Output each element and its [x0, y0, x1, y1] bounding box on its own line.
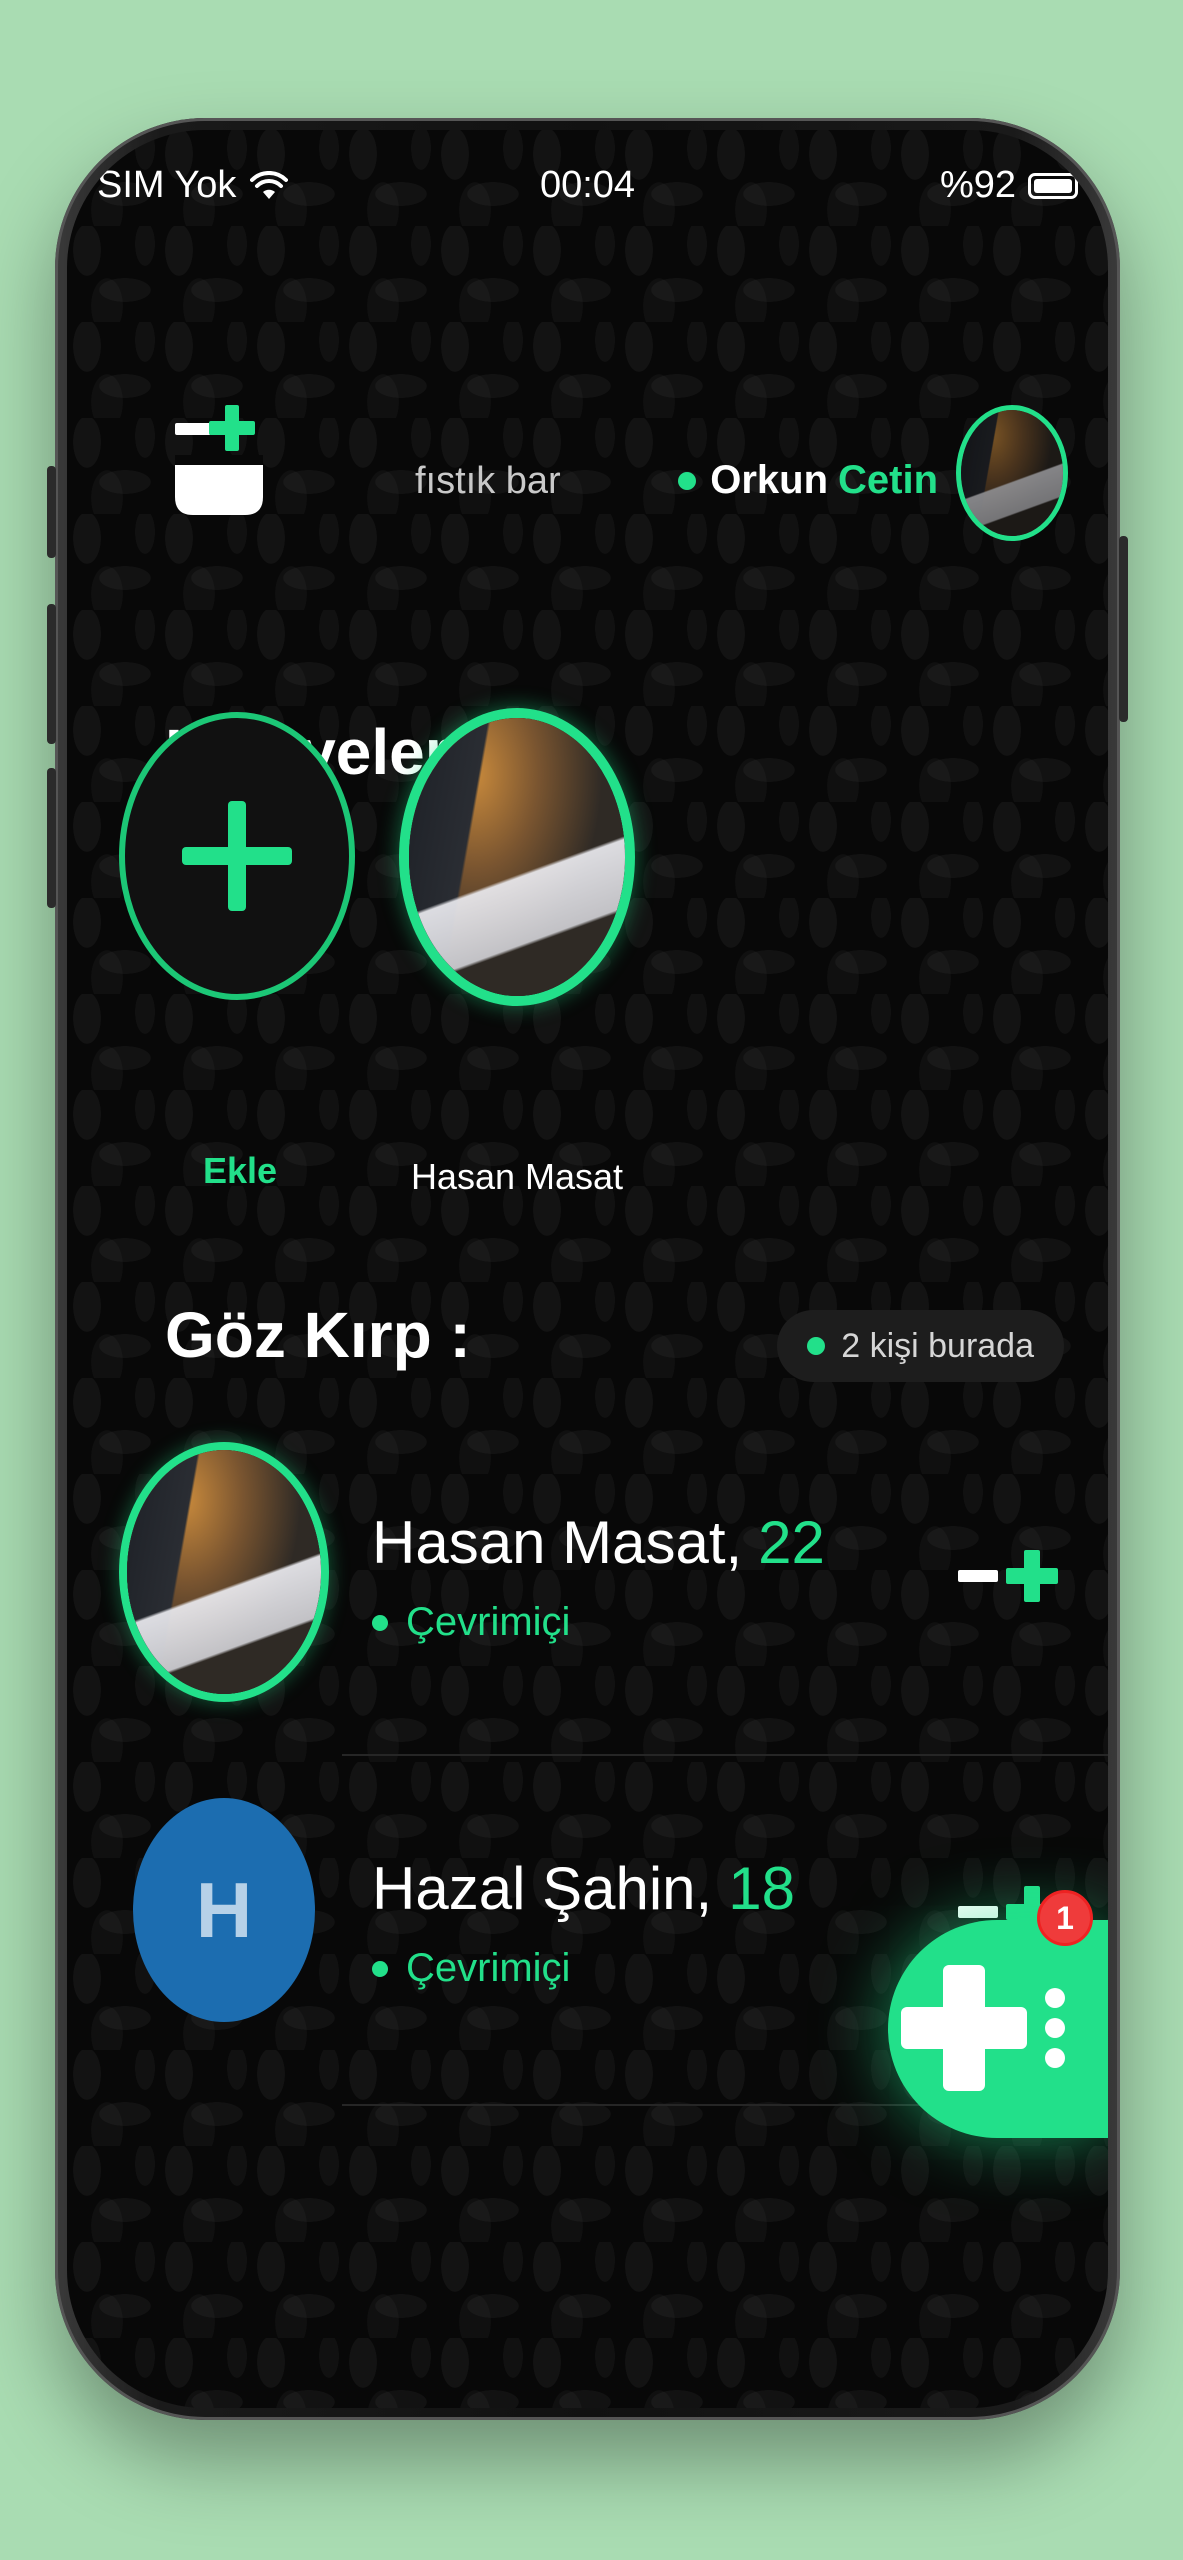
dpad-icon-bar: [901, 2007, 1027, 2049]
online-dot-icon: [372, 1960, 388, 1977]
current-user[interactable]: Orkun Cetin: [678, 458, 938, 503]
game-fab-button[interactable]: [888, 1920, 1108, 2138]
user-photo: [127, 1450, 321, 1694]
user-age: 18: [728, 1855, 795, 1922]
user-row[interactable]: Hasan Masat, 22 Çevrimiçi: [67, 1442, 1108, 1742]
add-story-button[interactable]: [119, 712, 355, 1000]
story-photo: [409, 718, 625, 996]
add-story-label: Ekle: [202, 1150, 278, 1191]
power-button: [1119, 536, 1128, 722]
user-first-name: Orkun: [710, 458, 828, 502]
phone-frame: SIM Yok 00:04 %92 fıstık bar Orkun Cetin…: [47, 118, 1128, 2420]
battery-info: %92: [940, 164, 1078, 207]
user-status-label: Çevrimiçi: [406, 1600, 571, 1644]
buttons-icon: [1045, 1988, 1065, 2068]
user-status: Çevrimiçi: [372, 1600, 570, 1645]
notification-badge: 1: [1037, 1890, 1093, 1946]
user-age: 22: [758, 1509, 825, 1576]
presence-count: 2 kişi burada: [841, 1326, 1034, 1365]
online-dot-icon: [807, 1337, 826, 1355]
user-status: Çevrimiçi: [372, 1946, 570, 1991]
user-initial: H: [195, 1865, 253, 1954]
online-dot-icon: [372, 1614, 388, 1631]
wink-button-icon[interactable]: [958, 1546, 1068, 1606]
volume-up-button: [47, 604, 56, 744]
story-user-name: Hasan Masat: [410, 1156, 624, 1197]
plus-icon-bar: [182, 847, 292, 865]
app-name: fıstık bar: [415, 460, 561, 502]
story-item[interactable]: [399, 708, 635, 1006]
profile-avatar[interactable]: [956, 405, 1068, 541]
presence-badge: 2 kişi burada: [777, 1310, 1064, 1382]
nearby-title: Göz Kırp :: [165, 1299, 471, 1371]
user-name-age: Hazal Şahin, 18: [372, 1854, 795, 1923]
online-dot-icon: [678, 471, 697, 490]
profile-photo: [961, 410, 1063, 536]
app-screen: SIM Yok 00:04 %92 fıstık bar Orkun Cetin…: [67, 130, 1108, 2408]
battery-icon: [1028, 172, 1078, 199]
user-status-label: Çevrimiçi: [406, 1946, 571, 1990]
app-logo-icon: [175, 405, 263, 515]
volume-down-button: [47, 768, 56, 908]
status-bar: SIM Yok 00:04 %92: [67, 156, 1108, 216]
battery-percent: %92: [939, 164, 1016, 206]
user-name: Hasan Masat,: [372, 1509, 743, 1576]
mute-switch: [47, 466, 56, 558]
user-last-name: Cetin: [838, 458, 938, 502]
user-name: Hazal Şahin,: [372, 1855, 713, 1922]
user-initial-avatar[interactable]: H: [133, 1798, 315, 2022]
user-avatar[interactable]: [119, 1442, 329, 1702]
divider: [342, 1754, 1108, 1756]
user-name-age: Hasan Masat, 22: [372, 1508, 825, 1577]
